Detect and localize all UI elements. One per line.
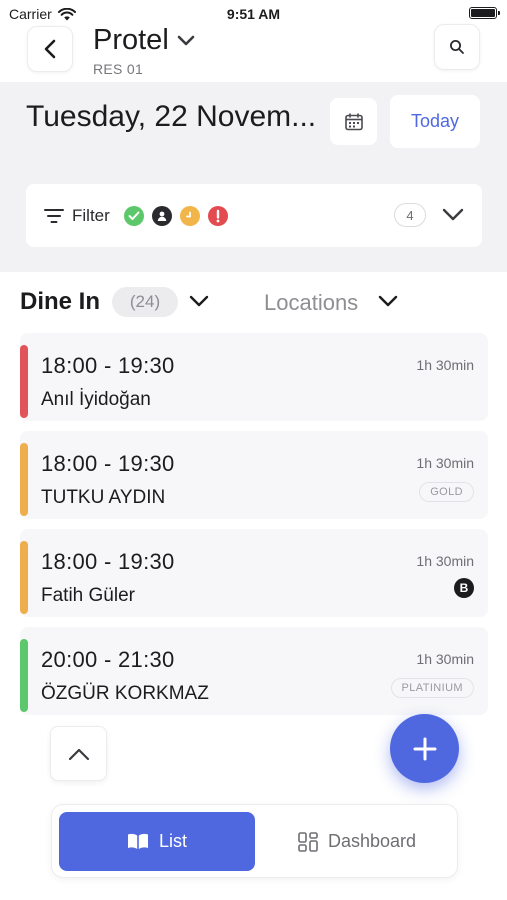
reservation-card[interactable]: 20:00 - 21:30 ÖZGÜR KORKMAZ 1h 30min PLA… (20, 627, 488, 715)
chevron-down-icon[interactable] (377, 290, 399, 312)
reservation-card[interactable]: 18:00 - 19:30 Fatih Güler 1h 30min B (20, 529, 488, 617)
selected-date[interactable]: Tuesday, 22 Novem... (26, 100, 326, 134)
loyalty-tag: GOLD (419, 482, 474, 502)
tab-dashboard-label: Dashboard (327, 831, 417, 851)
section-title: Dine In (20, 288, 101, 315)
status-color-bar (20, 639, 28, 712)
duration: 1h 30min (416, 455, 474, 471)
duration: 1h 30min (416, 553, 474, 569)
clock: 9:51 AM (226, 6, 281, 22)
chevron-left-icon (44, 39, 56, 59)
reservation-time: 20:00 - 21:30 (41, 647, 175, 672)
back-button[interactable] (27, 26, 73, 72)
status-color-bar (20, 541, 28, 614)
filter-label: Filter (72, 205, 110, 225)
section-header: Dine In (24) Locations (20, 284, 490, 320)
status-color-bar (20, 345, 28, 418)
person-icon[interactable] (151, 205, 172, 226)
filter-bar[interactable]: Filter 4 (26, 184, 482, 247)
duration: 1h 30min (416, 651, 474, 667)
reservation-card[interactable]: 18:00 - 19:30 Anıl İyidoğan 1h 30min (20, 333, 488, 421)
loyalty-tag: PLATINIUM (390, 678, 474, 698)
guest-name: ÖZGÜR KORKMAZ (41, 683, 209, 704)
chevron-down-icon[interactable] (442, 202, 464, 228)
tab-list[interactable]: List (59, 812, 255, 871)
plus-icon (413, 737, 436, 760)
exclamation-icon[interactable] (207, 205, 228, 226)
check-icon[interactable] (123, 205, 144, 226)
tab-list-label: List (158, 831, 187, 851)
property-code: RES 01 (93, 61, 144, 77)
property-selector[interactable]: Protel RES 01 (93, 24, 195, 77)
calendar-icon (344, 112, 363, 130)
calendar-button[interactable] (330, 98, 377, 145)
guest-name: Fatih Güler (41, 585, 135, 606)
date-filter-panel: Tuesday, 22 Novem... Today Filter 4 (0, 82, 507, 272)
add-reservation-button[interactable] (390, 714, 459, 783)
chevron-down-icon (177, 35, 195, 45)
filter-icon (44, 208, 64, 223)
search-icon (450, 40, 464, 54)
locations-dropdown[interactable]: Locations (264, 290, 358, 316)
guest-name: TUTKU AYDIN (41, 487, 166, 508)
dashboard-icon (298, 831, 318, 852)
chevron-up-icon (68, 748, 89, 760)
battery-icon (469, 7, 500, 19)
reservation-time: 18:00 - 19:30 (41, 549, 175, 574)
view-switcher: List Dashboard (51, 804, 458, 878)
clock-icon[interactable] (179, 205, 200, 226)
filter-count-badge: 4 (394, 203, 426, 227)
today-button[interactable]: Today (390, 95, 480, 148)
reservation-time: 18:00 - 19:30 (41, 353, 175, 378)
property-name: Protel (93, 24, 169, 56)
scroll-top-button[interactable] (50, 726, 107, 781)
duration: 1h 30min (416, 357, 474, 373)
search-button[interactable] (434, 24, 480, 70)
reservation-count: (24) (112, 287, 178, 317)
tab-dashboard[interactable]: Dashboard (262, 812, 452, 871)
status-color-bar (20, 443, 28, 516)
guest-name: Anıl İyidoğan (41, 389, 151, 410)
book-open-icon (127, 833, 148, 849)
chevron-down-icon[interactable] (188, 290, 210, 312)
guest-badge: B (454, 578, 474, 598)
reservation-time: 18:00 - 19:30 (41, 451, 175, 476)
header: Protel RES 01 (0, 24, 507, 82)
reservation-card[interactable]: 18:00 - 19:30 TUTKU AYDIN 1h 30min GOLD (20, 431, 488, 519)
